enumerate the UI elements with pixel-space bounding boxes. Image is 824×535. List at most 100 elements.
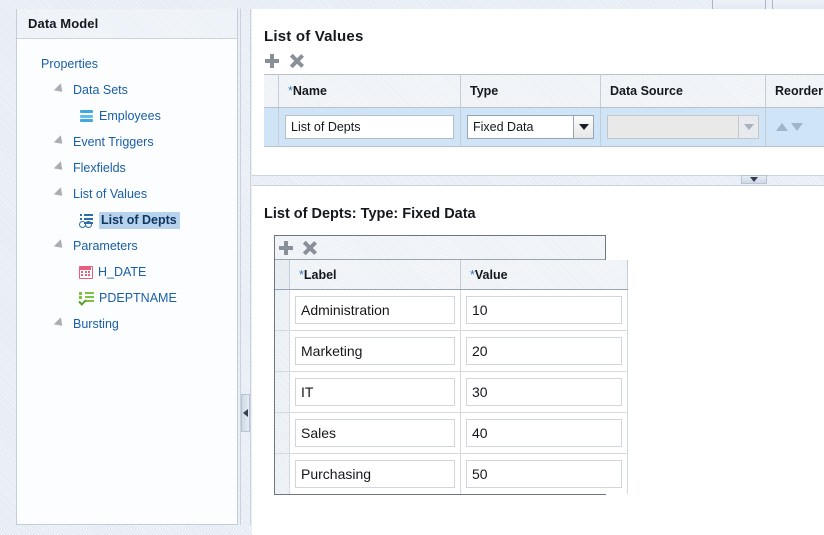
tree-item-data-sets[interactable]: Data Sets (17, 77, 237, 103)
row-handle-header (264, 75, 279, 108)
list-of-values-heading: List of Values (252, 9, 824, 45)
checklist-icon (79, 291, 94, 305)
vertical-splitter[interactable] (240, 9, 251, 525)
delete-lov-button[interactable] (288, 53, 304, 69)
tree-item-label: PDEPTNAME (99, 291, 177, 305)
lov-name-cell[interactable] (279, 108, 461, 147)
tree-item-employees[interactable]: Employees (17, 103, 237, 129)
move-down-icon[interactable] (791, 123, 803, 131)
tree-item-flexfields[interactable]: Flexfields (17, 155, 237, 181)
lov-data-source-dropdown (607, 115, 759, 139)
lov-data-source-cell[interactable] (601, 108, 766, 147)
table-row[interactable] (275, 372, 628, 413)
row-handle-cell[interactable] (275, 413, 290, 454)
toolbar-button-partial-2[interactable] (772, 0, 824, 9)
disclosure-triangle-icon[interactable] (54, 187, 66, 199)
table-row[interactable]: Fixed Data (264, 108, 824, 147)
tree-item-list-of-values[interactable]: List of Values (17, 181, 237, 207)
fixed-data-label-cell[interactable] (290, 331, 461, 372)
lov-type-selected-value: Fixed Data (468, 116, 573, 138)
column-header-label-text: Label (304, 268, 337, 282)
column-header-type-label: Type (470, 84, 498, 98)
fixed-data-label-input[interactable] (295, 460, 455, 488)
table-row[interactable] (275, 290, 628, 331)
tree-item-label: Flexfields (73, 161, 126, 175)
fixed-data-label-cell[interactable] (290, 454, 461, 495)
vertical-splitter-collapse-handle[interactable] (241, 394, 250, 432)
fixed-data-value-cell[interactable] (461, 331, 628, 372)
row-handle-cell[interactable] (275, 454, 290, 495)
tree-item-h-date[interactable]: H_DATE (17, 259, 237, 285)
table-header-row: *Name Type Data Source Reorder (264, 75, 824, 108)
data-model-tree: PropertiesData SetsEmployees Event Trigge… (17, 39, 237, 337)
tree-item-list-of-depts[interactable]: List of Depts (17, 207, 237, 233)
row-handle-cell[interactable] (275, 331, 290, 372)
lov-type-dropdown[interactable]: Fixed Data (467, 115, 594, 139)
lov-name-input[interactable] (285, 115, 454, 139)
tree-item-label: Event Triggers (73, 135, 154, 149)
fixed-data-label-input[interactable] (295, 337, 455, 365)
fixed-data-table: *Label *Value (275, 260, 628, 494)
disclosure-triangle-icon[interactable] (54, 83, 66, 95)
lov-type-dropdown-button[interactable] (573, 116, 593, 138)
lov-type-cell[interactable]: Fixed Data (461, 108, 601, 147)
fixed-data-value-input[interactable] (466, 419, 622, 447)
tree-item-event-triggers[interactable]: Event Triggers (17, 129, 237, 155)
disclosure-triangle-icon[interactable] (54, 317, 66, 329)
column-header-reorder[interactable]: Reorder (766, 75, 824, 108)
fixed-data-label-cell[interactable] (290, 413, 461, 454)
horizontal-splitter-collapse-handle[interactable] (741, 175, 767, 184)
disclosure-triangle-icon[interactable] (54, 161, 66, 173)
dataset-icon (79, 109, 94, 123)
fixed-data-label-input[interactable] (295, 296, 455, 324)
table-row[interactable] (275, 413, 628, 454)
table-row[interactable] (275, 331, 628, 372)
list-of-values-toolbar (252, 45, 824, 74)
fixed-data-value-cell[interactable] (461, 413, 628, 454)
fixed-data-value-input[interactable] (466, 378, 622, 406)
fixed-data-label-cell[interactable] (290, 290, 461, 331)
list-of-values-icon (79, 213, 94, 227)
lov-data-source-selected-value (608, 116, 738, 138)
fixed-data-value-input[interactable] (466, 337, 622, 365)
column-header-data-source-label: Data Source (610, 84, 683, 98)
fixed-data-value-cell[interactable] (461, 454, 628, 495)
lov-reorder-cell (766, 108, 824, 147)
tree-item-properties[interactable]: Properties (17, 51, 237, 77)
disclosure-triangle-icon[interactable] (54, 135, 66, 147)
chevron-down-icon (579, 124, 589, 130)
disclosure-triangle-icon[interactable] (54, 239, 66, 251)
fixed-data-label-input[interactable] (295, 419, 455, 447)
fixed-data-toolbar (275, 236, 605, 260)
fixed-data-value-cell[interactable] (461, 290, 628, 331)
column-header-type[interactable]: Type (461, 75, 601, 108)
delete-fixed-data-row-button[interactable] (301, 240, 316, 255)
column-header-data-source[interactable]: Data Source (601, 75, 766, 108)
column-header-value[interactable]: *Value (461, 260, 628, 290)
fixed-data-value-input[interactable] (466, 460, 622, 488)
table-header-row: *Label *Value (275, 260, 628, 290)
row-handle-cell[interactable] (275, 372, 290, 413)
chevron-down-icon (744, 124, 754, 130)
tree-item-pdeptname[interactable]: PDEPTNAME (17, 285, 237, 311)
tree-item-label: Parameters (73, 239, 138, 253)
toolbar-button-partial-1[interactable] (712, 0, 766, 9)
fixed-data-value-cell[interactable] (461, 372, 628, 413)
add-fixed-data-row-button[interactable] (278, 240, 293, 255)
table-row[interactable] (275, 454, 628, 495)
fixed-data-value-input[interactable] (466, 296, 622, 324)
column-header-reorder-label: Reorder (775, 84, 823, 98)
fixed-data-panel: *Label *Value (274, 235, 606, 495)
row-handle-cell[interactable] (275, 290, 290, 331)
column-header-label[interactable]: *Label (290, 260, 461, 290)
horizontal-splitter[interactable] (252, 175, 824, 186)
row-handle-cell[interactable] (264, 108, 279, 147)
fixed-data-label-input[interactable] (295, 378, 455, 406)
tree-item-label: List of Depts (99, 212, 180, 229)
add-lov-button[interactable] (264, 53, 280, 69)
move-up-icon[interactable] (776, 123, 788, 131)
tree-item-parameters[interactable]: Parameters (17, 233, 237, 259)
tree-item-bursting[interactable]: Bursting (17, 311, 237, 337)
fixed-data-label-cell[interactable] (290, 372, 461, 413)
column-header-name[interactable]: *Name (279, 75, 461, 108)
